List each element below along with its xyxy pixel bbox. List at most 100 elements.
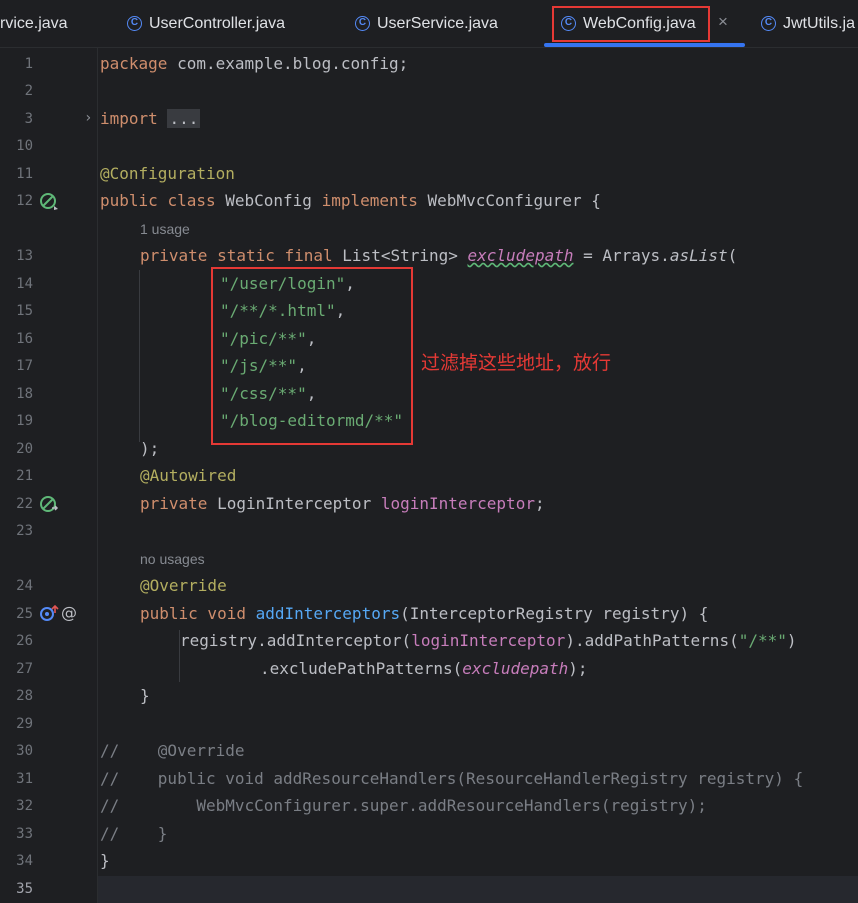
method-call: asList [669, 246, 728, 265]
code-text: LoginInterceptor [207, 494, 381, 513]
override-method-icon[interactable] [39, 604, 61, 624]
line-number: 33 [16, 826, 33, 842]
close-icon[interactable]: × [718, 12, 728, 32]
line-number: 26 [16, 633, 33, 649]
code-line-12[interactable]: public class WebConfig implements WebMvc… [100, 191, 601, 210]
editor-tab-bar: rvice.java C UserController.java C UserS… [0, 0, 858, 48]
indent-guide [139, 270, 140, 442]
code-line-20[interactable]: ); [140, 439, 159, 458]
exclude-paths-highlight-box [211, 267, 413, 445]
code-line-30[interactable]: // @Override [100, 741, 245, 760]
tab-user-service[interactable]: C UserService.java [355, 0, 498, 47]
line-number: 2 [24, 83, 33, 99]
code-line-1[interactable]: package com.example.blog.config; [100, 54, 408, 73]
code-text: WebMvcConfigurer { [417, 191, 601, 210]
keyword: private static final [140, 246, 333, 265]
field-name: loginInterceptor [411, 631, 566, 650]
line-number: 27 [16, 661, 33, 677]
usage-hint[interactable]: no usages [140, 551, 205, 567]
class-name: WebConfig [215, 191, 322, 210]
line-number: 18 [16, 386, 33, 402]
active-tab-underline [544, 43, 745, 47]
keyword: implements [321, 191, 418, 210]
tab-label: UserService.java [377, 14, 498, 32]
field-name: excludepath [467, 246, 574, 265]
line-number: 25 [16, 606, 33, 622]
line-number: 15 [16, 303, 33, 319]
tab-label: JwtUtils.ja [783, 14, 856, 32]
line-number: 35 [16, 881, 33, 897]
code-text: (InterceptorRegistry registry) { [400, 604, 709, 623]
code-text: ); [568, 659, 588, 678]
active-tab-highlight-box [552, 6, 710, 42]
field-name: excludepath [462, 659, 569, 678]
keyword: class [167, 191, 216, 210]
code-line-33[interactable]: // } [100, 824, 167, 843]
folded-imports[interactable]: ... [167, 109, 201, 128]
string-literal: "/**" [738, 631, 787, 650]
java-class-icon: C [355, 16, 370, 31]
code-line-28[interactable]: } [140, 686, 150, 705]
tab-rvice-java[interactable]: rvice.java [0, 0, 68, 47]
line-number: 10 [16, 138, 33, 154]
line-number: 12 [16, 193, 33, 209]
code-text: ( [727, 246, 738, 265]
code-text: .excludePathPatterns( [260, 659, 463, 678]
code-text: ) [786, 631, 797, 650]
code-line-3[interactable]: import ... [100, 109, 201, 128]
line-number: 20 [16, 441, 33, 457]
line-number: 24 [16, 578, 33, 594]
line-number: 22 [16, 496, 33, 512]
line-number: 19 [16, 413, 33, 429]
code-line-13[interactable]: private static final List<String> exclud… [140, 246, 737, 265]
line-number: 21 [16, 468, 33, 484]
line-number: 14 [16, 276, 33, 292]
current-line-highlight [98, 876, 858, 903]
line-number: 32 [16, 798, 33, 814]
line-number: 23 [16, 523, 33, 539]
line-number: 31 [16, 771, 33, 787]
line-number: 17 [16, 358, 33, 374]
line-number: 34 [16, 853, 33, 869]
code-line-31[interactable]: // public void addResourceHandlers(Resou… [100, 769, 803, 788]
bean-autowired-icon[interactable] [39, 495, 61, 515]
code-text: ).addPathPatterns( [565, 631, 739, 650]
tab-jwt-utils[interactable]: C JwtUtils.ja [761, 0, 855, 47]
line-number: 30 [16, 743, 33, 759]
code-line-21[interactable]: @Autowired [140, 466, 236, 485]
java-class-icon: C [761, 16, 776, 31]
code-text: = Arrays. [573, 246, 670, 265]
code-text: ; [534, 494, 545, 513]
tab-label: UserController.java [149, 14, 286, 32]
code-line-22[interactable]: private LoginInterceptor loginIntercepto… [140, 494, 545, 513]
usage-hint[interactable]: 1 usage [140, 221, 190, 237]
keyword: package [100, 54, 168, 73]
code-line-11[interactable]: @Configuration [100, 164, 235, 183]
java-class-icon: C [127, 16, 142, 31]
keyword: import [100, 109, 158, 128]
line-number: 11 [16, 166, 33, 182]
tab-user-controller[interactable]: C UserController.java [127, 0, 285, 47]
code-text: com.example.blog.config; [167, 54, 409, 73]
bean-config-icon[interactable] [39, 192, 61, 212]
code-line-27[interactable]: .excludePathPatterns(excludepath); [260, 659, 588, 678]
chevron-right-icon[interactable]: › [84, 110, 92, 126]
annotation-note: 过滤掉这些地址，放行 [421, 352, 612, 374]
line-number: 28 [16, 688, 33, 704]
code-line-32[interactable]: // WebMvcConfigurer.super.addResourceHan… [100, 796, 707, 815]
field-name: loginInterceptor [380, 494, 535, 513]
code-text: registry.addInterceptor( [180, 631, 412, 650]
at-annotation-icon[interactable]: @ [61, 603, 77, 622]
code-line-24[interactable]: @Override [140, 576, 227, 595]
code-line-25[interactable]: public void addInterceptors(InterceptorR… [140, 604, 708, 623]
line-number: 16 [16, 331, 33, 347]
tab-label: rvice.java [0, 14, 68, 32]
code-line-34[interactable]: } [100, 851, 110, 870]
line-number: 13 [16, 248, 33, 264]
keyword: public [100, 191, 158, 210]
line-number: 29 [16, 716, 33, 732]
keyword: private [140, 494, 208, 513]
code-line-26[interactable]: registry.addInterceptor(loginInterceptor… [180, 631, 797, 650]
keyword: public void [140, 604, 246, 623]
method-name: addInterceptors [245, 604, 401, 623]
